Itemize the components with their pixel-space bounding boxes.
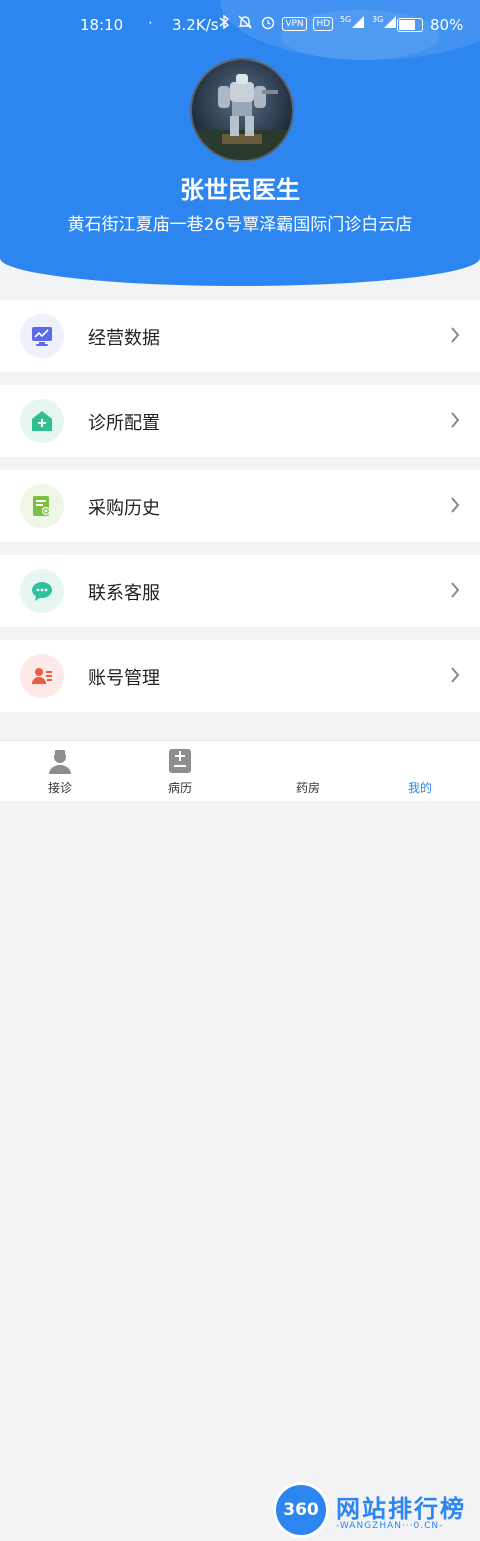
profile-header: 18:10 · 3.2K/s VPN HD 5G 3G 80% 张世民医生 黄石… xyxy=(0,0,480,286)
tab-mine[interactable]: 我的 xyxy=(360,741,480,801)
tab-label: 我的 xyxy=(407,781,432,795)
signal-icon xyxy=(384,16,397,28)
status-dot: · xyxy=(148,14,153,32)
clinic-address: 黄石街江夏庙一巷26号覃泽霸国际门诊白云店 xyxy=(67,215,413,235)
chat-bubble-icon xyxy=(20,569,64,613)
chevron-right-icon xyxy=(451,497,460,513)
chevron-right-icon xyxy=(451,412,460,428)
network-5g-label: 5G xyxy=(339,15,352,24)
vpn-badge: VPN xyxy=(282,17,307,31)
menu-item-customer-service[interactable]: 联系客服 xyxy=(0,555,480,627)
alarm-icon xyxy=(261,16,274,30)
watermark-360: 360 网站排行榜 -WANGZHAN···0.CN- xyxy=(272,1483,480,1541)
watermark-url: -WANGZHAN···0.CN- xyxy=(336,1521,444,1531)
tab-pharmacy[interactable]: 药房 xyxy=(240,741,360,801)
menu-label: 账号管理 xyxy=(88,668,160,689)
watermark-title: 网站排行榜 xyxy=(336,1495,466,1523)
battery-icon xyxy=(397,18,423,32)
status-icons: VPN HD 5G 3G xyxy=(218,14,397,32)
chevron-right-icon xyxy=(451,667,460,683)
tab-records[interactable]: 病历 xyxy=(120,741,240,801)
menu-item-clinic-config[interactable]: 诊所配置 xyxy=(0,385,480,457)
status-speed: 3.2K/s xyxy=(172,16,219,34)
document-search-icon xyxy=(20,484,64,528)
clinic-house-icon xyxy=(20,399,64,443)
status-bar: 18:10 · 3.2K/s VPN HD 5G 3G 80% xyxy=(0,0,480,50)
hd-badge: HD xyxy=(313,17,334,31)
robot-avatar-image xyxy=(192,74,292,160)
battery-percent: 80% xyxy=(430,16,464,34)
bluetooth-icon xyxy=(219,14,230,30)
doctor-icon xyxy=(49,750,71,774)
chevron-right-icon xyxy=(451,582,460,598)
monitor-chart-icon xyxy=(20,314,64,358)
menu-label: 采购历史 xyxy=(88,498,160,519)
network-3g-label: 3G xyxy=(372,15,384,24)
mute-bell-icon xyxy=(238,15,252,29)
menu-item-business-data[interactable]: 经营数据 xyxy=(0,300,480,372)
battery-level xyxy=(399,20,415,30)
status-time: 18:10 xyxy=(80,16,124,34)
menu-label: 诊所配置 xyxy=(88,413,160,434)
bottom-tab-bar: 接诊 病历 药房 我的 360 网站排行榜 -WANGZHAN···0.CN- xyxy=(0,740,480,1535)
user-card-icon xyxy=(20,654,64,698)
watermark-badge: 360 xyxy=(276,1485,326,1535)
menu-label: 联系客服 xyxy=(88,583,160,604)
tab-label: 接诊 xyxy=(47,781,72,795)
tab-label: 病历 xyxy=(167,781,192,795)
menu-label: 经营数据 xyxy=(88,328,160,349)
medical-record-icon xyxy=(169,749,191,773)
chevron-right-icon xyxy=(451,327,460,343)
tab-reception[interactable]: 接诊 xyxy=(0,741,120,801)
avatar[interactable] xyxy=(190,58,294,162)
menu-item-account-management[interactable]: 账号管理 xyxy=(0,640,480,712)
tab-label: 药房 xyxy=(295,781,320,795)
doctor-name: 张世民医生 xyxy=(180,176,300,204)
menu-item-purchase-history[interactable]: 采购历史 xyxy=(0,470,480,542)
signal-icon xyxy=(352,16,365,28)
